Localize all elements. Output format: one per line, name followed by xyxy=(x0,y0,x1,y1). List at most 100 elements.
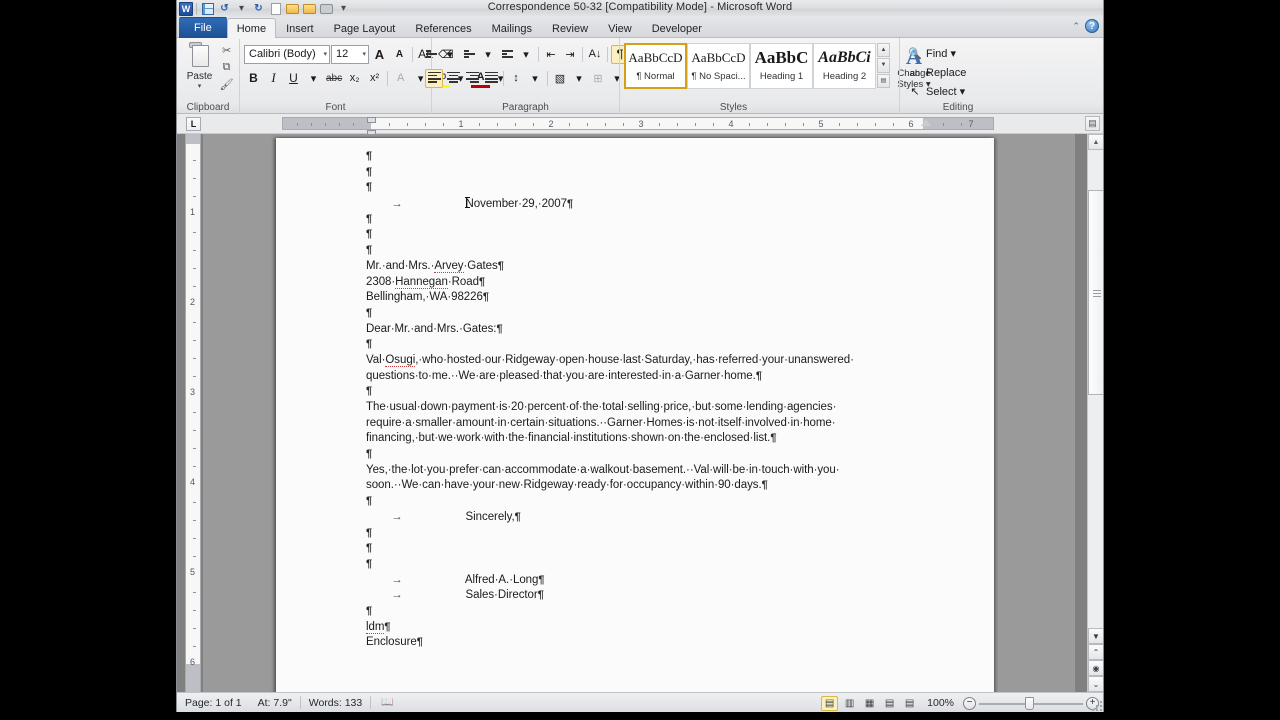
decrease-indent-icon[interactable]: ⇤ xyxy=(542,45,560,64)
shading-icon[interactable]: ▧ xyxy=(551,69,569,88)
scrollbar-thumb[interactable] xyxy=(1088,190,1103,395)
line-spacing-icon[interactable]: ↕ xyxy=(507,69,525,88)
tab-page-layout[interactable]: Page Layout xyxy=(324,18,406,38)
style-heading-2[interactable]: AaBbCi Heading 2 xyxy=(813,43,876,89)
superscript-icon[interactable]: x² xyxy=(365,69,384,88)
zoom-level[interactable]: 100% xyxy=(921,693,960,712)
document-line[interactable]: ldm¶ xyxy=(366,620,964,637)
vertical-ruler[interactable]: 1 2 3 4 5 6 xyxy=(185,134,201,692)
font-name-dropdown-icon[interactable]: ▾ xyxy=(320,50,327,58)
tab-home[interactable]: Home xyxy=(226,18,277,38)
tab-developer[interactable]: Developer xyxy=(642,18,712,38)
document-line[interactable]: The·usual·down·payment·is·20·percent·of·… xyxy=(366,401,964,417)
document-page[interactable]: ¶ ¶ ¶ → November·29,·2007¶ ¶ ¶ ¶ Mr.·and·Mrs.·… xyxy=(276,138,994,692)
document-line[interactable]: financing,·but·we·work·with·the·financia… xyxy=(366,432,964,448)
numbering-dropdown-icon[interactable]: ▾ xyxy=(479,45,497,64)
document-line[interactable]: → Sales·Director¶ xyxy=(366,589,964,605)
word-count[interactable]: Words: 133 xyxy=(301,693,371,713)
styles-scroll[interactable]: ▲ ▼ ▤ xyxy=(877,43,890,89)
paste-dropdown-icon[interactable]: ▾ xyxy=(198,82,202,90)
print-layout-view-button[interactable]: ▤ xyxy=(821,695,839,711)
underline-dropdown-icon[interactable]: ▾ xyxy=(304,69,323,88)
font-size-dropdown-icon[interactable]: ▾ xyxy=(359,50,366,58)
document-line[interactable]: Dear·Mr.·and·Mrs.·Gates:¶ xyxy=(366,323,964,339)
bullets-icon[interactable] xyxy=(422,45,440,64)
proofing-status[interactable]: 📖 xyxy=(371,693,403,713)
view-ruler-button[interactable]: ▤ xyxy=(1085,116,1100,131)
paste-button[interactable]: Paste ▾ xyxy=(181,40,218,90)
tab-references[interactable]: References xyxy=(405,18,481,38)
bullets-dropdown-icon[interactable]: ▾ xyxy=(441,45,459,64)
page-indicator[interactable]: Page: 1 of 1 xyxy=(177,693,250,713)
align-center-icon[interactable] xyxy=(444,69,462,88)
outline-view-button[interactable]: ▤ xyxy=(881,696,898,711)
document-line[interactable]: ¶ xyxy=(366,542,964,558)
document-line[interactable]: ¶ xyxy=(366,385,964,401)
document-line[interactable]: ¶ xyxy=(366,244,964,260)
first-line-indent-marker[interactable] xyxy=(367,117,376,123)
strikethrough-icon[interactable]: abc xyxy=(324,69,344,88)
numbering-icon[interactable] xyxy=(460,45,478,64)
document-text[interactable]: ¶ ¶ ¶ → November·29,·2007¶ ¶ ¶ ¶ Mr.·and·Mrs.·… xyxy=(366,150,964,652)
document-line[interactable]: ¶ xyxy=(366,558,964,574)
tab-mailings[interactable]: Mailings xyxy=(482,18,542,38)
document-line[interactable]: → Sincerely,¶ xyxy=(366,511,964,527)
tab-review[interactable]: Review xyxy=(542,18,598,38)
horizontal-ruler[interactable]: 1 2 3 4 5 6 7 xyxy=(282,117,994,136)
underline-icon[interactable]: U xyxy=(284,69,303,88)
zoom-slider-thumb[interactable] xyxy=(1025,697,1034,710)
document-line[interactable]: ¶ xyxy=(366,527,964,543)
grow-font-icon[interactable]: A xyxy=(370,45,389,64)
document-line[interactable]: ¶ xyxy=(366,150,964,166)
document-line[interactable]: ¶ xyxy=(366,307,964,323)
full-screen-reading-view-button[interactable]: ▥ xyxy=(841,696,858,711)
tab-insert[interactable]: Insert xyxy=(276,18,324,38)
document-line[interactable]: Yes,·the·lot·you·prefer·can·accommodate·… xyxy=(366,464,964,480)
copy-icon[interactable]: ⧉ xyxy=(218,60,235,75)
style-heading-1[interactable]: AaBbC Heading 1 xyxy=(750,43,813,89)
cut-icon[interactable]: ✂ xyxy=(218,43,235,58)
find-button[interactable]: 🔍 Find ▾ xyxy=(908,45,966,62)
font-size-combo[interactable]: 12 ▾ xyxy=(331,44,369,64)
document-line[interactable]: require·a·smaller·amount·in·certain·situ… xyxy=(366,417,964,433)
font-name-combo[interactable]: Calibri (Body) ▾ xyxy=(244,44,330,64)
styles-scroll-up-icon[interactable]: ▲ xyxy=(877,43,890,58)
zoom-out-button[interactable]: − xyxy=(963,696,976,710)
document-line[interactable]: soon.··We·can·have·your·new·Ridgeway·rea… xyxy=(366,479,964,495)
format-painter-icon[interactable]: 🖌 xyxy=(218,77,235,92)
style-normal[interactable]: AaBbCcD ¶ Normal xyxy=(624,43,687,89)
resize-grip[interactable] xyxy=(1090,699,1102,711)
scroll-up-button[interactable]: ▲ xyxy=(1088,134,1103,150)
borders-icon[interactable]: ⊞ xyxy=(589,69,607,88)
align-left-icon[interactable] xyxy=(425,68,443,88)
multilevel-dropdown-icon[interactable]: ▾ xyxy=(517,45,535,64)
document-line[interactable]: → November·29,·2007¶ xyxy=(366,197,964,213)
document-line[interactable]: Bellingham,·WA·98226¶ xyxy=(366,291,964,307)
previous-page-button[interactable]: ⌃ xyxy=(1088,644,1103,660)
zoom-slider[interactable] xyxy=(979,696,1083,710)
shading-dropdown-icon[interactable]: ▾ xyxy=(570,69,588,88)
document-line[interactable]: Mr.·and·Mrs.·Arvey·Gates¶ xyxy=(366,259,964,276)
tab-stop-selector[interactable]: L xyxy=(186,117,201,131)
tab-view[interactable]: View xyxy=(598,18,642,38)
multilevel-list-icon[interactable] xyxy=(498,45,516,64)
minimize-ribbon-icon[interactable]: ⌃ xyxy=(1072,21,1080,32)
align-right-icon[interactable] xyxy=(463,69,481,88)
document-line[interactable]: ¶ xyxy=(366,495,964,511)
replace-button[interactable]: ab Replace xyxy=(908,64,966,81)
document-line[interactable]: ¶ xyxy=(366,448,964,464)
web-layout-view-button[interactable]: ▦ xyxy=(861,696,878,711)
styles-more-icon[interactable]: ▤ xyxy=(877,73,890,88)
draft-view-button[interactable]: ▤ xyxy=(901,696,918,711)
document-line[interactable]: ¶ xyxy=(366,181,964,197)
justify-icon[interactable] xyxy=(482,69,500,88)
next-page-button[interactable]: ⌄ xyxy=(1088,676,1103,692)
shrink-font-icon[interactable]: A xyxy=(390,45,409,64)
document-line[interactable]: questions·to·me.··We·are·pleased·that·yo… xyxy=(366,370,964,386)
vertical-scrollbar[interactable]: ▲ ▼ ⌃ ◉ ⌄ xyxy=(1087,134,1103,692)
subscript-icon[interactable]: x₂ xyxy=(345,69,364,88)
increase-indent-icon[interactable]: ⇥ xyxy=(561,45,579,64)
document-line[interactable]: ¶ xyxy=(366,166,964,182)
select-browse-object-button[interactable]: ◉ xyxy=(1088,660,1103,676)
position-indicator[interactable]: At: 7.9" xyxy=(250,693,300,713)
